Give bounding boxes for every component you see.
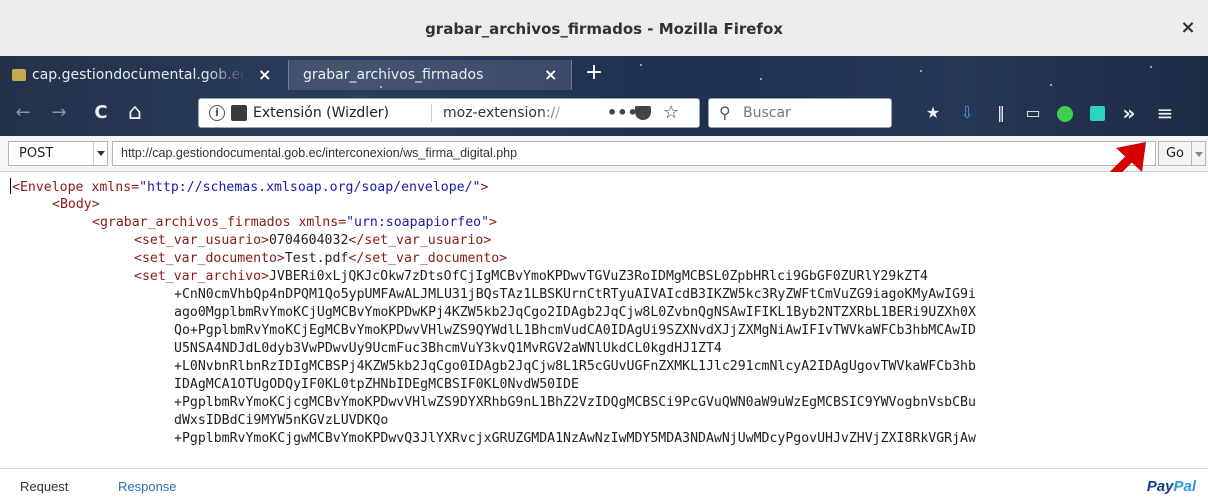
soap-request-editor[interactable]: <Envelope xmlns="http://schemas.xmlsoap.… <box>0 172 1208 466</box>
go-button[interactable]: Go <box>1158 141 1192 166</box>
paypal-logo[interactable]: PayPal <box>1147 469 1196 503</box>
extension-green-icon[interactable] <box>1054 102 1076 124</box>
xml-base64-line: +CnN0cmVhbQp4nDPQM1Qo5ypUMFAwALJMLU31jBQ… <box>174 287 976 302</box>
xml-base64-line: ago0MgplbmRvYmoKCjUgMCBvYmoKPDwKPj4KZW5k… <box>174 305 976 320</box>
tab-gestiondocumental[interactable]: cap.gestiondocumental.gob.ec × <box>0 60 286 90</box>
theme-star <box>640 64 642 66</box>
tab-close-icon[interactable]: × <box>544 60 557 90</box>
xml-usuario-line: <set_var_usuario>0704604032</set_var_usu… <box>134 233 492 248</box>
xml-envelope-line: <Envelope xmlns="http://schemas.xmlsoap.… <box>10 178 489 195</box>
extension-label: Extensión (Wizdler) <box>253 105 390 121</box>
address-bar[interactable]: i Extensión (Wizdler) moz-extension:// •… <box>198 98 700 128</box>
chevron-down-icon[interactable] <box>93 142 107 165</box>
xml-base64-line: Qo+PgplbmRvYmoKCjEgMCBvYmoKPDwvVHlwZS9QY… <box>174 323 976 338</box>
xml-base64-line: +L0NvbnRlbnRzIDIgMCBSPj4KZW5kb2JqCgo0IDA… <box>174 359 976 374</box>
go-dropdown-icon[interactable] <box>1192 141 1206 166</box>
browser-toolbar: cap.gestiondocumental.gob.ec × grabar_ar… <box>0 56 1208 136</box>
back-icon[interactable]: ← <box>10 100 36 126</box>
tab-response[interactable]: Response <box>118 469 177 503</box>
xml-base64-line: IDAgMCA1OTUgODQyIF0KL0tpZHNbIDEgMCBSIF0K… <box>174 377 579 392</box>
bottom-tab-bar: Request Response PayPal <box>0 468 1208 503</box>
extension-icon <box>231 105 247 121</box>
pocket-icon[interactable] <box>635 106 651 120</box>
new-tab-button[interactable]: + <box>582 58 606 88</box>
xml-archivo-line: <set_var_archivo>JVBERi0xLjQKJcOkw7zDtsO… <box>134 269 928 284</box>
xml-base64-line: +PgplbmRvYmoKCjgwMCBvYmoKPDwvQ3JlYXRvcjx… <box>174 431 976 446</box>
endpoint-url-value: http://cap.gestiondocumental.gob.ec/inte… <box>121 146 518 160</box>
site-favicon-icon <box>12 69 26 81</box>
search-icon: ⚲ <box>719 103 731 122</box>
bookmark-star-icon[interactable]: ☆ <box>663 100 679 126</box>
save-icon[interactable] <box>1086 102 1108 124</box>
text-caret <box>10 178 11 194</box>
reload-icon[interactable]: C <box>88 100 114 126</box>
page-actions-icon[interactable]: ••• <box>607 99 638 127</box>
navigation-bar: ← → C ⌂ i Extensión (Wizdler) moz-extens… <box>0 92 1208 134</box>
window-title: grabar_archivos_firmados - Mozilla Firef… <box>425 20 783 38</box>
xml-documento-line: <set_var_documento>Test.pdf</set_var_doc… <box>134 251 508 266</box>
xml-base64-line: U5NSA4NDJdL0dyb3VwPDwvUy9UcmFuc3BhcmVuY3… <box>174 341 722 356</box>
endpoint-url-input[interactable]: http://cap.gestiondocumental.gob.ec/inte… <box>112 141 1156 166</box>
method-select[interactable]: POST <box>8 141 108 166</box>
search-box[interactable]: ⚲ Buscar <box>708 98 892 128</box>
method-value: POST <box>19 146 54 161</box>
library-icon[interactable]: ‖ <box>990 102 1012 124</box>
xml-base64-line: dWxsIDBdCi9MYW5nKGVzLUVDKQo <box>174 413 389 428</box>
address-url[interactable]: moz-extension:// <box>443 99 573 127</box>
menu-icon[interactable]: ≡ <box>1154 102 1176 124</box>
theme-star <box>1050 84 1052 86</box>
sidebar-icon[interactable]: ▭ <box>1022 102 1044 124</box>
site-info-icon[interactable]: i <box>209 105 225 121</box>
tab-request[interactable]: Request <box>20 469 68 503</box>
tab-grabar-archivos[interactable]: grabar_archivos_firmados × <box>288 60 572 90</box>
search-placeholder: Buscar <box>743 105 791 121</box>
download-icon[interactable]: ⇩ <box>956 102 978 124</box>
bookmarks-star-icon[interactable]: ★ <box>922 102 944 124</box>
theme-star <box>920 70 922 72</box>
xml-base64-line: +PgplbmRvYmoKCjcgMCBvYmoKPDwvVHlwZS9DYXR… <box>174 395 976 410</box>
request-bar: POST http://cap.gestiondocumental.gob.ec… <box>0 136 1208 172</box>
address-separator <box>431 104 432 122</box>
window-titlebar: grabar_archivos_firmados - Mozilla Firef… <box>0 0 1208 56</box>
overflow-icon[interactable]: » <box>1118 102 1140 124</box>
tab-close-icon[interactable]: × <box>258 60 271 90</box>
theme-star <box>760 78 762 80</box>
window-close-icon[interactable]: × <box>1178 18 1198 38</box>
xml-body-line: <Body> <box>52 197 100 212</box>
xml-method-line: <grabar_archivos_firmados xmlns="urn:soa… <box>92 215 497 230</box>
tab-label: grabar_archivos_firmados <box>303 67 484 83</box>
home-icon[interactable]: ⌂ <box>122 100 148 126</box>
forward-icon[interactable]: → <box>46 100 72 126</box>
tab-label: cap.gestiondocumental.gob.ec <box>32 67 247 83</box>
theme-star <box>1150 66 1152 68</box>
